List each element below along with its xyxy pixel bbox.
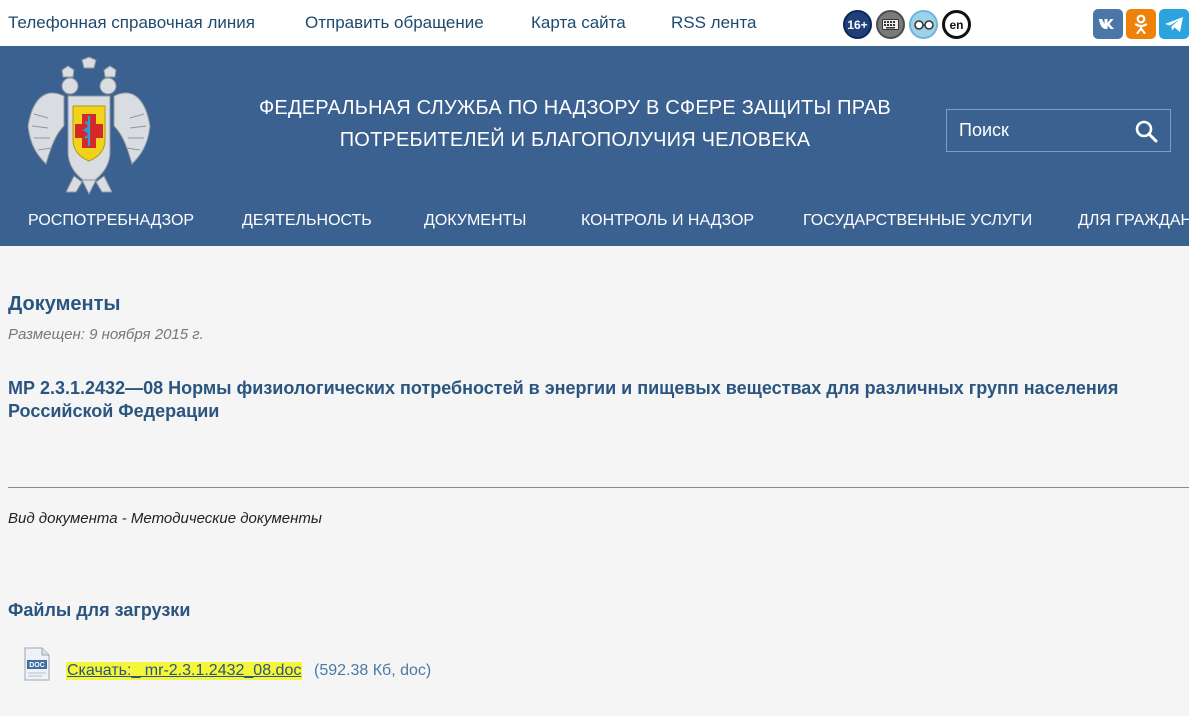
top-bar: Телефонная справочная линия Отправить об… <box>0 0 1189 46</box>
document-title: МР 2.3.1.2432—08 Нормы физиологических п… <box>8 378 1119 421</box>
site-header: ФЕДЕРАЛЬНАЯ СЛУЖБА ПО НАДЗОРУ В СФЕРЕ ЗА… <box>0 46 1189 246</box>
nav-item-citizens[interactable]: ДЛЯ ГРАЖДАН <box>1078 212 1189 230</box>
svg-text:DOC: DOC <box>29 662 45 669</box>
low-vision-icon[interactable] <box>909 10 938 39</box>
posted-date: Размещен: 9 ноября 2015 г. <box>8 326 204 343</box>
nav-item-activity[interactable]: ДЕЯТЕЛЬНОСТЬ <box>242 212 372 230</box>
send-appeal-link[interactable]: Отправить обращение <box>305 13 484 33</box>
phone-helpline-link[interactable]: Телефонная справочная линия <box>8 13 255 33</box>
odnoklassniki-icon[interactable] <box>1126 9 1156 39</box>
sitemap-link[interactable]: Карта сайта <box>531 13 626 33</box>
age-rating-icon[interactable]: 16+ <box>843 10 872 39</box>
search-input[interactable] <box>959 120 1129 141</box>
nav-item-control[interactable]: КОНТРОЛЬ И НАДЗОР <box>581 212 754 230</box>
nav-item-rospotrebnadzor[interactable]: РОСПОТРЕБНАДЗОР <box>28 212 194 230</box>
search-icon[interactable] <box>1134 119 1158 143</box>
telegram-icon[interactable] <box>1159 9 1189 39</box>
document-type: Вид документа - Методические документы <box>8 510 322 527</box>
page-title: Документы <box>8 293 121 315</box>
files-heading: Файлы для загрузки <box>8 600 191 620</box>
language-en-icon[interactable]: en <box>942 10 971 39</box>
doc-file-icon: DOC <box>24 647 50 681</box>
main-nav: РОСПОТРЕБНАДЗОР ДЕЯТЕЛЬНОСТЬ ДОКУМЕНТЫ К… <box>0 212 1189 234</box>
divider <box>8 487 1189 488</box>
download-link[interactable]: Скачать:_ mr-2.3.1.2432_08.doc <box>66 662 303 680</box>
keyboard-icon[interactable] <box>876 10 905 39</box>
emblem-logo-icon[interactable] <box>24 56 154 196</box>
search-box <box>946 109 1171 152</box>
rss-link[interactable]: RSS лента <box>671 13 757 33</box>
file-meta: (592.38 Кб, doc) <box>314 662 432 679</box>
nav-item-public-services[interactable]: ГОСУДАРСТВЕННЫЕ УСЛУГИ <box>803 212 1032 230</box>
nav-item-documents[interactable]: ДОКУМЕНТЫ <box>424 212 526 230</box>
site-title: ФЕДЕРАЛЬНАЯ СЛУЖБА ПО НАДЗОРУ В СФЕРЕ ЗА… <box>259 97 891 151</box>
vk-icon[interactable] <box>1093 9 1123 39</box>
